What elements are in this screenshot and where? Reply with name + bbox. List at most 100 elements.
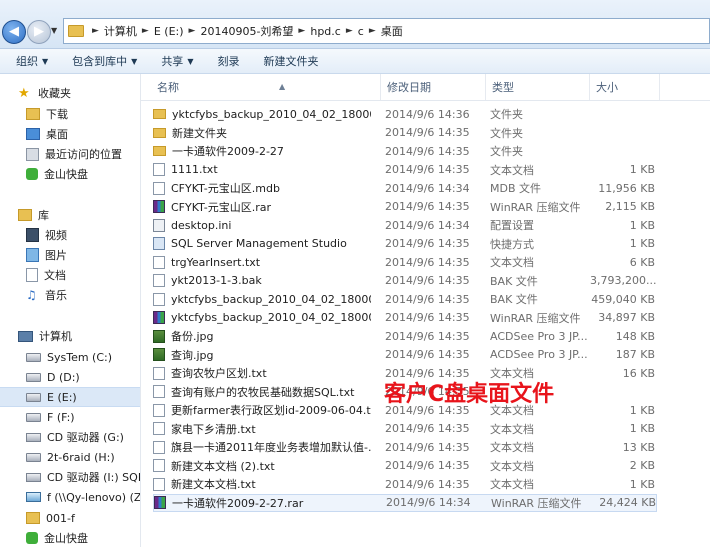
nav-item-kuaipan-2[interactable]: 金山快盘 [26,528,88,547]
file-date: 2014/9/6 14:35 [385,459,470,472]
organize-button[interactable]: 组织 ▼ [0,53,60,69]
nav-drive-h[interactable]: 2t-6raid (H:) [26,447,115,467]
file-row[interactable]: 家电下乡清册.txt 2014/9/6 14:35 文本文档 1 KB [153,420,657,438]
forward-button[interactable]: ▶ [27,20,51,44]
file-row[interactable]: CFYKT-元宝山区.rar 2014/9/6 14:35 WinRAR 压缩文件 2… [153,198,657,216]
nav-drive-d[interactable]: D (D:) [26,367,80,387]
nav-item-videos[interactable]: 视频 [26,225,67,245]
history-dropdown-icon[interactable]: ▼ [51,26,61,38]
file-name: 家电下乡清册.txt [171,422,256,436]
breadcrumb-item[interactable]: hpd.c [310,25,340,38]
back-button[interactable]: ◀ [2,20,26,44]
nav-drive-f[interactable]: F (F:) [26,407,75,427]
file-name-cell: yktcfybs_backup_2010_04_02_180001... [153,108,371,121]
file-row[interactable]: SQL Server Management Studio 2014/9/6 14:… [153,235,657,253]
file-type: ACDSee Pro 3 JP... [490,329,588,343]
file-row[interactable]: trgYearInsert.txt 2014/9/6 14:35 文本文档 6 KB [153,253,657,271]
file-date: 2014/9/6 14:35 [385,311,470,324]
nav-favorites[interactable]: ★ 收藏夹 [18,83,71,103]
file-date: 2014/9/6 14:35 [385,144,470,158]
file-row[interactable]: desktop.ini 2014/9/6 14:34 配置设置 1 KB [153,216,657,234]
nav-item-pictures[interactable]: 图片 [26,245,67,265]
caret-down-icon: ▼ [187,56,194,66]
file-name-cell: ykt2013-1-3.bak [153,274,371,287]
file-name-cell: yktcfybs_backup_2010_04_02_180001... [153,292,371,306]
txt-file-icon [153,477,165,491]
file-row[interactable]: 一卡通软件2009-2-27.rar 2014/9/6 14:34 WinRAR 压… [153,493,657,512]
new-folder-button[interactable]: 新建文件夹 [251,53,330,69]
breadcrumb[interactable]: ► 计算机 ► E (E:) ► 20140905-刘希望 ► hpd.c ► c ► 桌面 [63,18,710,44]
nav-libraries[interactable]: 库 [18,205,49,225]
file-name: yktcfybs_backup_2010_04_02_180001... [172,107,371,121]
document-library-icon [26,268,38,282]
column-header-name[interactable]: 名称 ▲ [151,74,381,100]
nav-drive-e[interactable]: E (E:) [0,387,140,407]
breadcrumb-item[interactable]: 计算机 [104,23,137,39]
file-name: 1111.txt [171,163,218,176]
breadcrumb-item[interactable]: 桌面 [381,23,403,39]
caret-down-icon: ▼ [42,56,49,66]
file-row[interactable]: 新建文件夹 2014/9/6 14:35 文件夹 [153,124,657,142]
nav-item-downloads[interactable]: 下载 [26,104,68,124]
column-header-type[interactable]: 类型 [486,74,590,100]
file-row[interactable]: 旗县一卡通2011年度业务表增加默认值-... 2014/9/6 14:35 文本文… [153,438,657,456]
nav-computer[interactable]: 计算机 [18,326,72,346]
include-library-button[interactable]: 包含到库中 ▼ [60,53,149,69]
bak-file-icon [153,292,165,306]
file-type: 文本文档 [490,163,534,177]
nav-drive-c[interactable]: SysTem (C:) [26,347,112,367]
file-row[interactable]: CFYKT-元宝山区.mdb 2014/9/6 14:34 MDB 文件 11,956… [153,179,657,197]
file-name-cell: 1111.txt [153,163,371,176]
file-date: 2014/9/6 14:35 [385,422,470,435]
file-name: 新建文本文档.txt [171,478,256,491]
file-date: 2014/9/6 14:35 [385,200,470,213]
file-row[interactable]: yktcfybs_backup_2010_04_02_180001... 2014… [153,105,657,123]
file-size: 1 KB [629,422,655,435]
nav-item-desktop[interactable]: 桌面 [26,124,68,144]
file-row[interactable]: ykt2013-1-3.bak 2014/9/6 14:35 BAK 文件 3,793… [153,272,657,290]
command-bar: 组织 ▼ 包含到库中 ▼ 共享 ▼ 刻录 新建文件夹 [0,49,710,74]
cd-drive-icon [26,472,41,482]
file-date: 2014/9/6 14:34 [385,181,470,195]
nav-item-kuaipan[interactable]: 金山快盘 [26,164,88,184]
file-row[interactable]: 查询.jpg 2014/9/6 14:35 ACDSee Pro 3 JP... 18… [153,346,657,364]
file-date: 2014/9/6 14:35 [385,163,470,176]
nav-drive-g[interactable]: CD 驱动器 (G:) [26,427,124,447]
file-row[interactable]: yktcfybs_backup_2010_04_02_180001... 2014… [153,290,657,308]
file-size: 1 KB [629,477,655,491]
txt-file-icon [153,403,165,417]
file-size: 459,040 KB [591,292,655,306]
txt-file-icon [153,459,165,472]
column-header-date[interactable]: 修改日期 [381,74,486,100]
breadcrumb-item[interactable]: E (E:) [154,25,184,38]
file-type: 配置设置 [490,219,534,232]
nav-drive-i[interactable]: CD 驱动器 (I:) SQLF [26,467,140,487]
txt-file-icon [153,255,165,269]
file-row[interactable]: 新建文本文档.txt 2014/9/6 14:35 文本文档 1 KB [153,475,657,493]
nav-item-documents[interactable]: 文档 [26,265,66,285]
file-row[interactable]: yktcfybs_backup_2010_04_02_180001... 2014… [153,309,657,327]
file-name: 一卡通软件2009-2-27.rar [172,496,304,510]
file-name: yktcfybs_backup_2010_04_02_180001... [171,311,371,324]
file-row[interactable]: 备份.jpg 2014/9/6 14:35 ACDSee Pro 3 JP... 14… [153,327,657,345]
file-row[interactable]: 一卡通软件2009-2-27 2014/9/6 14:35 文件夹 [153,142,657,160]
file-name-cell: 更新farmer表行政区划id-2009-06-04.txt [153,402,371,418]
breadcrumb-item[interactable]: 20140905-刘希望 [200,23,293,39]
burn-button[interactable]: 刻录 [205,53,251,69]
chevron-right-icon: ► [298,26,306,36]
rar-file-icon [154,496,166,509]
file-row[interactable]: 新建文本文档 (2).txt 2014/9/6 14:35 文本文档 2 KB [153,457,657,475]
file-type: BAK 文件 [490,293,538,306]
download-folder-icon [26,108,40,120]
nav-item-music[interactable]: ♫ 音乐 [26,285,67,305]
file-row[interactable]: 1111.txt 2014/9/6 14:35 文本文档 1 KB [153,161,657,179]
nav-drive-z[interactable]: f (\\Qy-lenovo) (Z:) [26,487,140,507]
nav-item-recent[interactable]: 最近访问的位置 [26,144,122,164]
column-header-size[interactable]: 大小 [590,74,660,100]
kuaipan-icon [26,532,38,544]
txt-file-icon [153,163,165,176]
file-size: 2,115 KB [605,200,655,213]
file-size: 11,956 KB [598,181,655,195]
share-button[interactable]: 共享 ▼ [149,53,205,69]
nav-item-001f[interactable]: 001-f [26,508,75,528]
